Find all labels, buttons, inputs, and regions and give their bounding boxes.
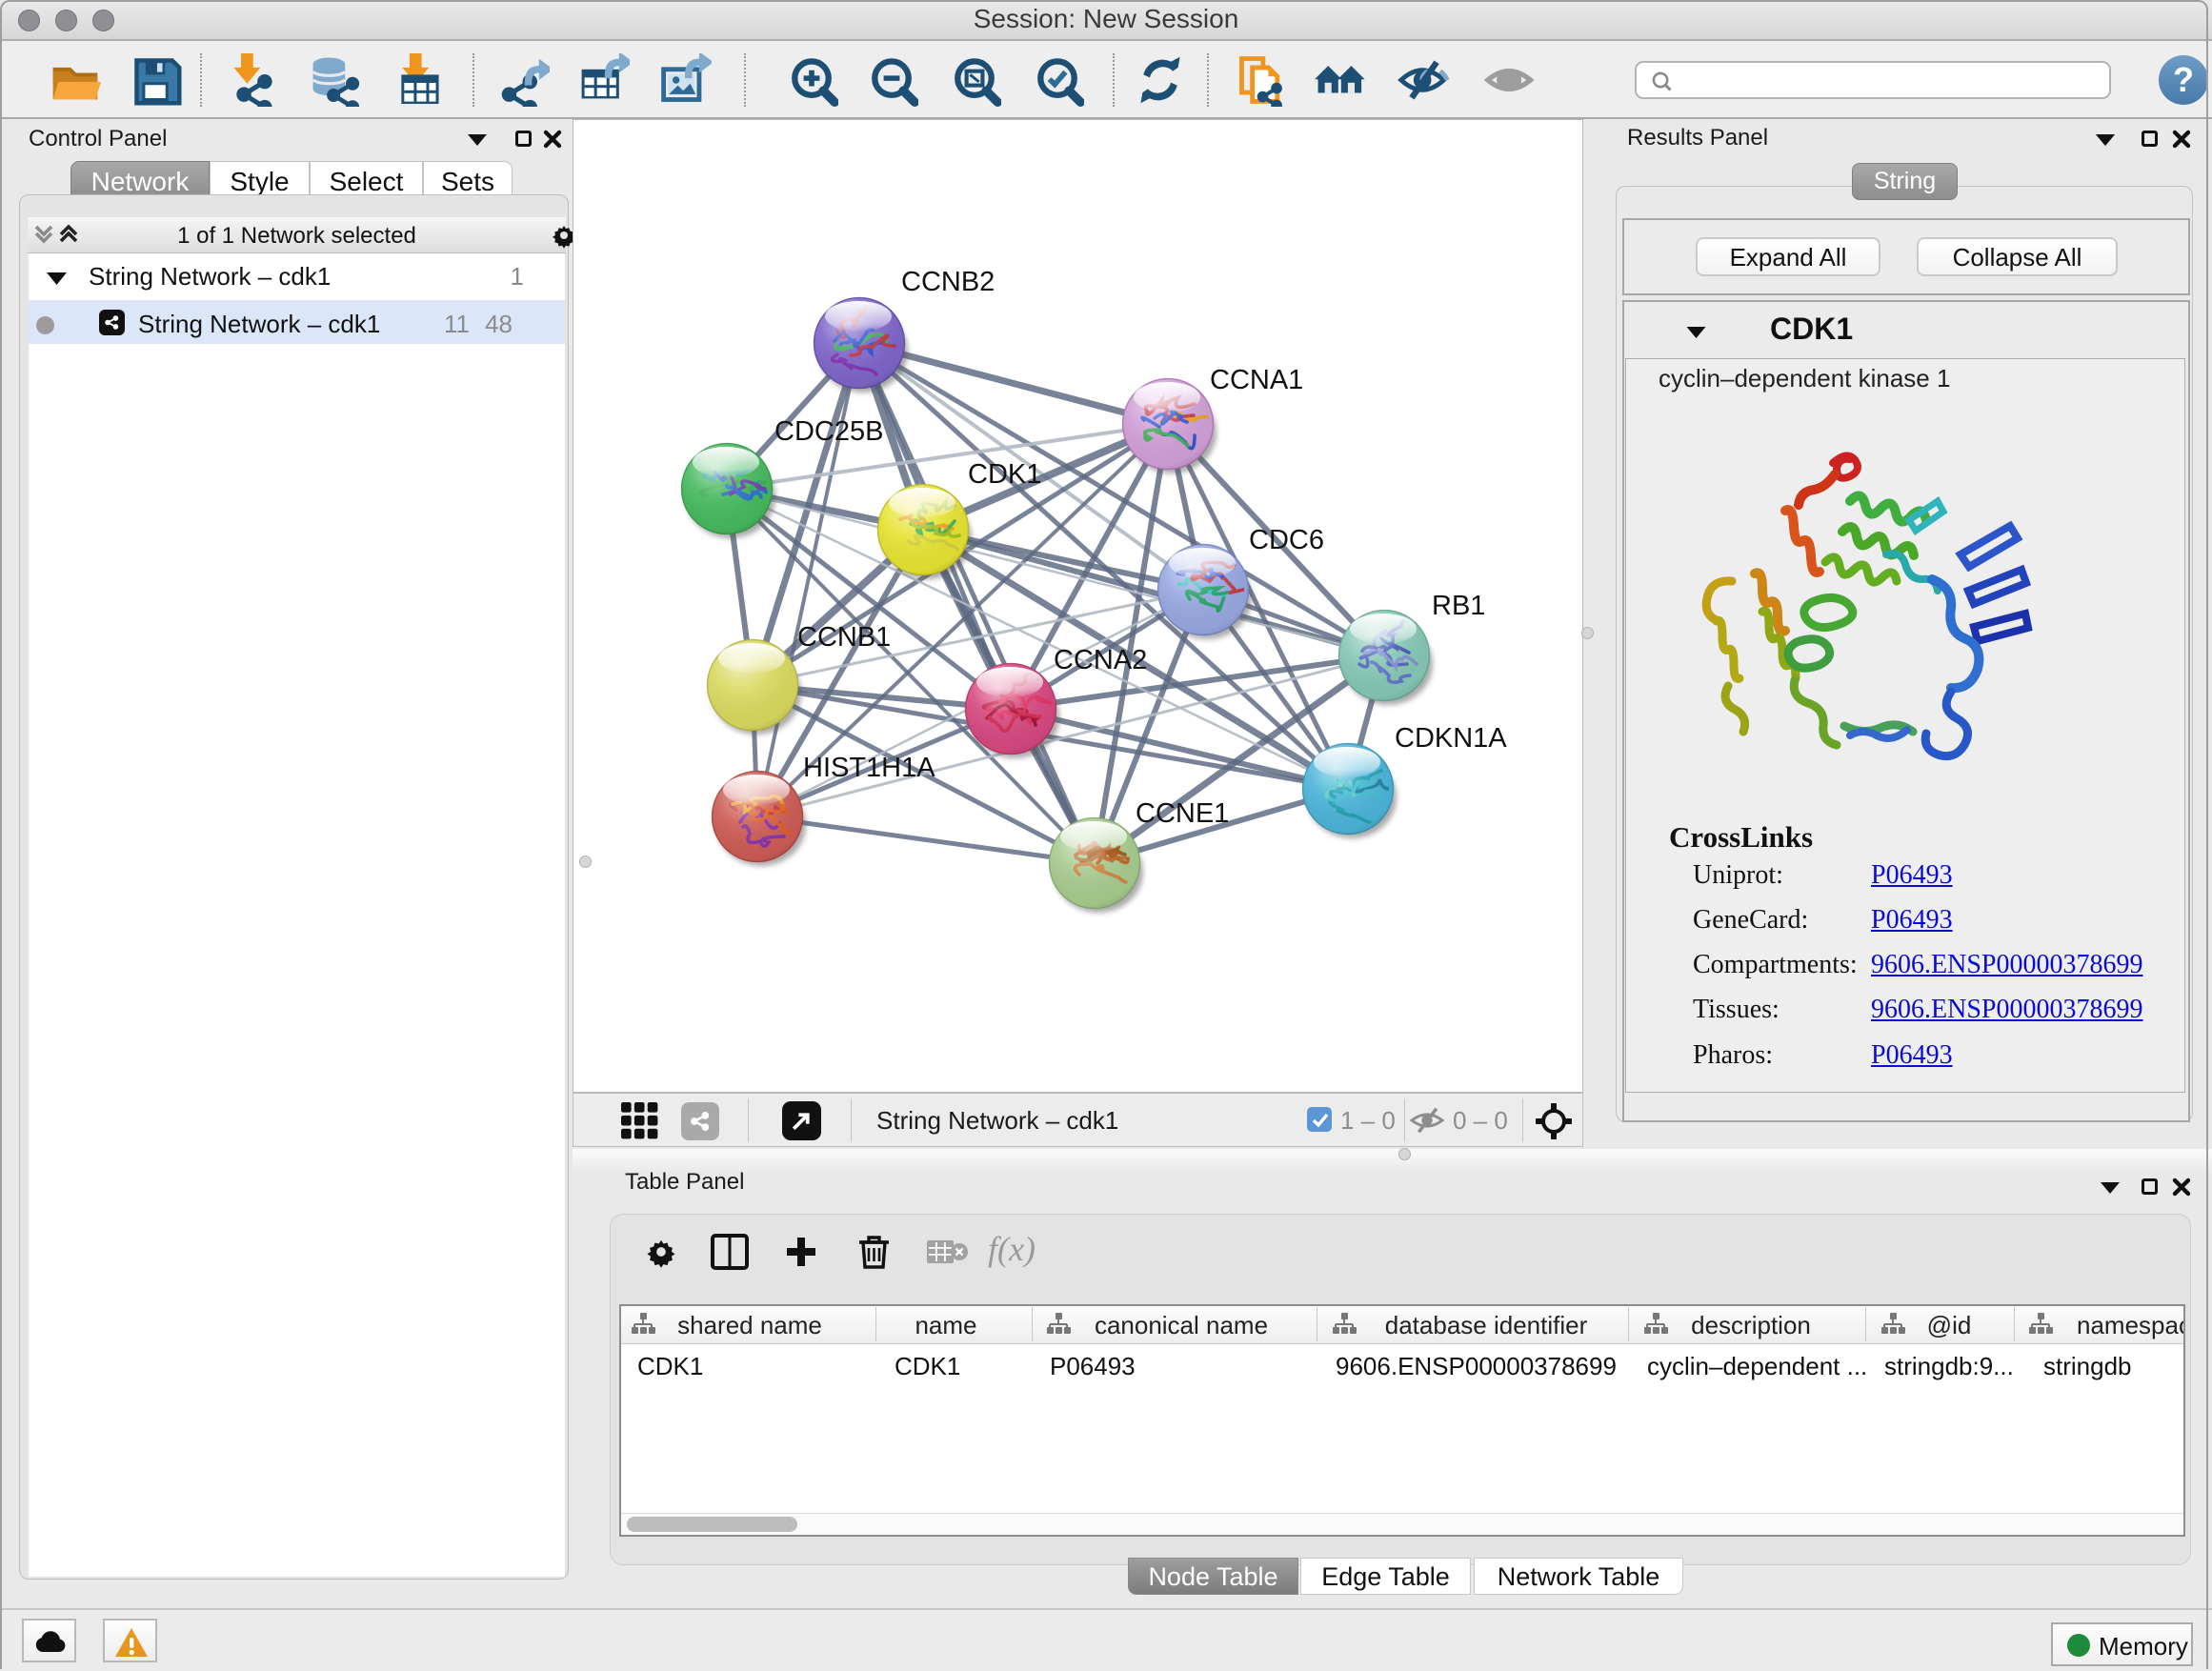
svg-text:CDK1: CDK1 (968, 459, 1041, 490)
svg-text:CCNB1: CCNB1 (797, 622, 891, 653)
svg-text:CDC6: CDC6 (1249, 525, 1324, 555)
svg-text:CCNA1: CCNA1 (1210, 365, 1303, 395)
svg-text:CDC25B: CDC25B (774, 416, 883, 447)
svg-text:CDKN1A: CDKN1A (1395, 723, 1507, 754)
svg-text:CCNB2: CCNB2 (901, 267, 995, 297)
svg-text:RB1: RB1 (1432, 591, 1485, 621)
svg-text:CCNA2: CCNA2 (1054, 645, 1147, 675)
svg-text:CCNE1: CCNE1 (1136, 798, 1229, 829)
svg-text:HIST1H1A: HIST1H1A (803, 753, 935, 783)
